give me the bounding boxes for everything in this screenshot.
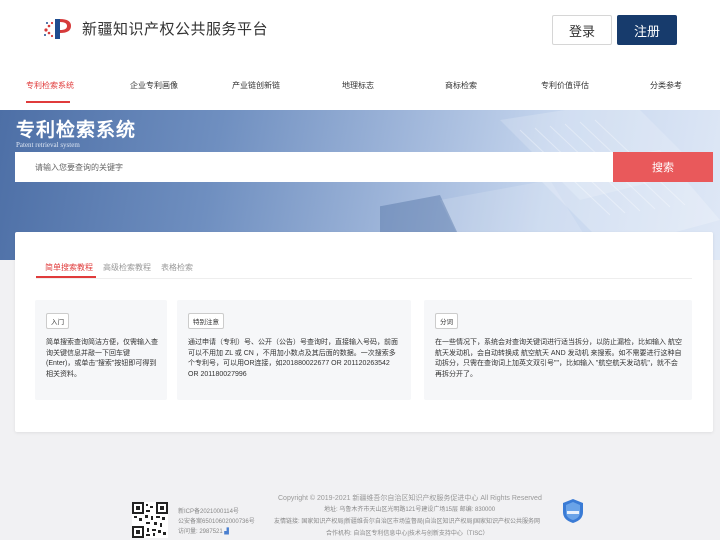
nav-item-trademark-search[interactable]: 商标检索	[445, 80, 477, 91]
site-title: 新疆知识产权公共服务平台	[82, 21, 269, 38]
police-record[interactable]: 公安备案65010602000736号	[178, 516, 255, 525]
tab-simple-search[interactable]: 简单搜索教程	[45, 262, 93, 273]
friendly-links[interactable]: 友情链接: 国家知识产权局|新疆维吾尔自治区市场监督局|自治区知识产权局|国家知…	[274, 516, 540, 525]
tab-table-search[interactable]: 表格检索	[161, 262, 193, 273]
site-header: 新疆知识产权公共服务平台 登录 注册	[0, 0, 720, 62]
site-logo-icon[interactable]	[42, 16, 74, 42]
search-button[interactable]: 搜索	[613, 152, 713, 182]
visits-value: 2987521	[199, 529, 223, 535]
panel-text: 在一些情况下，系统会对查询关键词进行适当拆分，以防止漏检，比如输入 航空航天发动…	[435, 339, 682, 378]
nav-active-underline	[26, 101, 70, 103]
footer-address: 地址: 乌鲁木齐市天山区光明路121号建设广场15层 邮编: 830000	[324, 507, 496, 513]
nav-item-enterprise-profile[interactable]: 企业专利画像	[130, 80, 178, 91]
qr-code-icon	[132, 502, 168, 538]
panel-intro: 入门 简单搜索查询简洁方便，仅需输入查询关键信息并敲一下回车键(Enter)，或…	[35, 300, 167, 400]
main-nav: 专利检索系统 企业专利画像 产业链创新链 地理标志 商标检索 专利价值评估 分类…	[0, 62, 720, 110]
visits-label: 访问量:	[178, 529, 198, 535]
nav-item-industry-chain[interactable]: 产业链创新链	[232, 80, 280, 91]
visit-counter: 访问量: 2987521 ▟	[178, 526, 229, 535]
tab-active-underline	[36, 276, 96, 278]
copyright: Copyright © 2019-2021 新疆维吾尔自治区知识产权服务促进中心…	[278, 495, 542, 502]
tab-divider	[36, 278, 692, 279]
panel-note: 特别注意 通过申请（专利）号、公开（公告）号查询时，直接输入号码，前面可以不用加…	[177, 300, 411, 400]
signal-icon: ▟	[224, 529, 229, 535]
partner-links[interactable]: 合作机构: 自治区专利信息中心|技术与创新支持中心（TISC）	[326, 528, 489, 537]
nav-item-patent-search[interactable]: 专利检索系统	[26, 80, 74, 91]
tutorial-card: 简单搜索教程 高级检索教程 表格检索 入门 简单搜索查询简洁方便，仅需输入查询关…	[15, 232, 713, 432]
login-button[interactable]: 登录	[552, 15, 612, 45]
site-footer: 新ICP备2021000114号 公安备案65010602000736号 访问量…	[0, 482, 720, 540]
panel-tag: 分词	[435, 313, 458, 329]
panel-text: 通过申请（专利）号、公开（公告）号查询时，直接输入号码，前面可以不用加 ZL 或…	[188, 339, 398, 378]
nav-item-geographic-indication[interactable]: 地理标志	[342, 80, 374, 91]
panel-tag: 特别注意	[188, 313, 224, 329]
banner-subtitle: Patent retrieval system	[16, 141, 80, 149]
register-button[interactable]: 注册	[617, 15, 677, 45]
gov-badge-icon[interactable]	[562, 498, 584, 524]
panel-tokenize: 分词 在一些情况下，系统会对查询关键词进行适当拆分，以防止漏检，比如输入 航空航…	[424, 300, 692, 400]
panel-tag: 入门	[46, 313, 69, 329]
search-input[interactable]	[15, 152, 613, 182]
banner-title: 专利检索系统	[16, 120, 137, 141]
panel-text: 简单搜索查询简洁方便，仅需输入查询关键信息并敲一下回车键(Enter)，或单击"…	[46, 339, 158, 378]
tab-advanced-search[interactable]: 高级检索教程	[103, 262, 151, 273]
nav-item-patent-valuation[interactable]: 专利价值评估	[541, 80, 589, 91]
icp-record[interactable]: 新ICP备2021000114号	[178, 506, 239, 515]
nav-item-classification[interactable]: 分类参考	[650, 80, 682, 91]
